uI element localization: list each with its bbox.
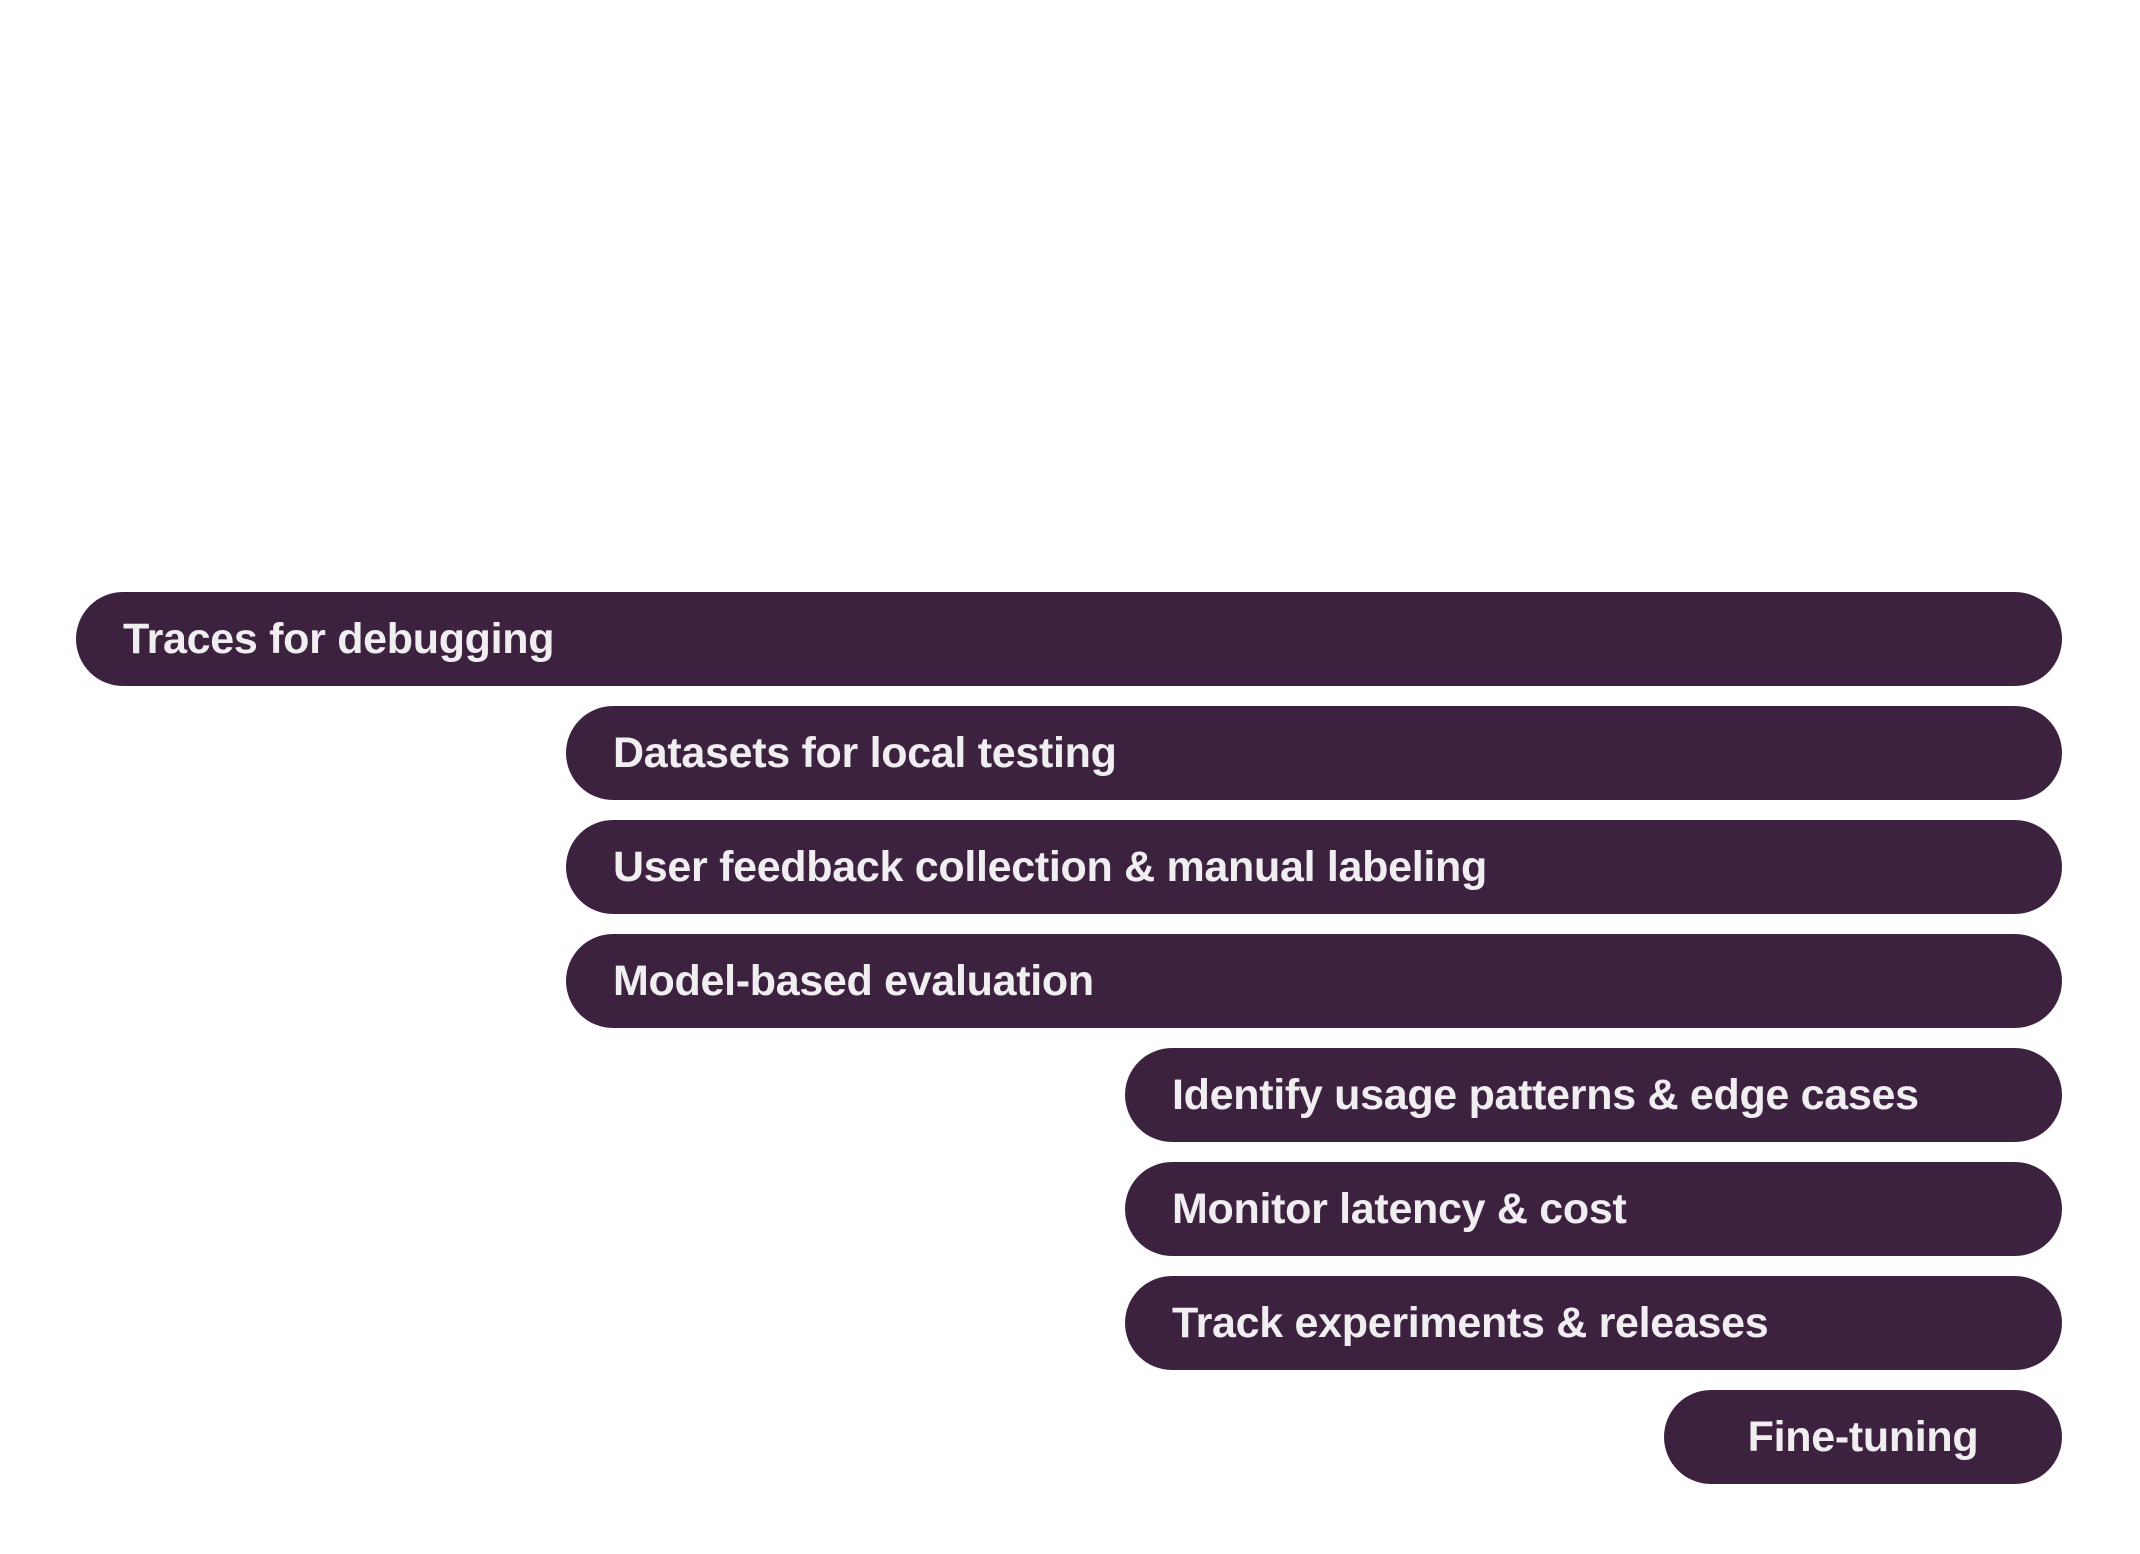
pill-label: Identify usage patterns & edge cases [1172, 1071, 1919, 1119]
pill-fine-tuning: Fine-tuning [1664, 1390, 2062, 1484]
pill-user-feedback-collection: User feedback collection & manual labeli… [566, 820, 2062, 914]
pill-label: Monitor latency & cost [1172, 1185, 1627, 1233]
pill-label: Traces for debugging [123, 615, 555, 663]
pill-monitor-latency-cost: Monitor latency & cost [1125, 1162, 2062, 1256]
pill-track-experiments-releases: Track experiments & releases [1125, 1276, 2062, 1370]
pill-label: User feedback collection & manual labeli… [613, 843, 1487, 891]
pill-label: Model-based evaluation [613, 957, 1094, 1005]
pill-label: Datasets for local testing [613, 729, 1117, 777]
staircase-diagram: Traces for debugging Datasets for local … [0, 0, 2140, 1554]
pill-datasets-for-local-testing: Datasets for local testing [566, 706, 2062, 800]
pill-traces-for-debugging: Traces for debugging [76, 592, 2062, 686]
pill-label: Track experiments & releases [1172, 1299, 1769, 1347]
pill-label: Fine-tuning [1747, 1413, 1979, 1461]
pill-identify-usage-patterns: Identify usage patterns & edge cases [1125, 1048, 2062, 1142]
pill-model-based-evaluation: Model-based evaluation [566, 934, 2062, 1028]
